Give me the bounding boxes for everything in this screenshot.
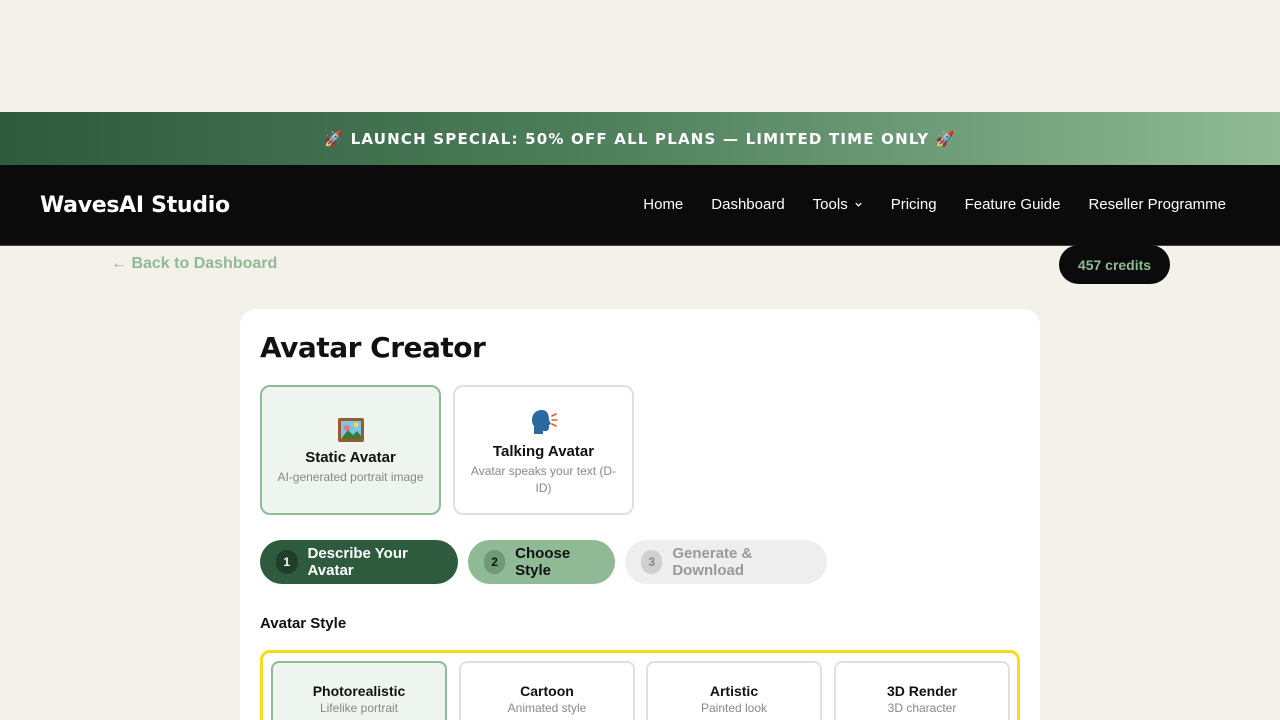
avatar-style-options: Photorealistic Lifelike portrait Cartoon…: [260, 650, 1020, 720]
step-label: Describe Your Avatar: [307, 545, 408, 579]
step-number: 1: [276, 550, 298, 574]
style-option-name: Artistic: [709, 683, 759, 699]
page-title: Avatar Creator: [260, 331, 486, 364]
avatar-creator-card: Avatar Creator Static Avatar AI-generate…: [240, 309, 1040, 720]
step-describe-avatar[interactable]: 1 Describe Your Avatar: [260, 540, 458, 584]
nav-tools-label: Tools: [812, 196, 848, 213]
promo-banner: 🚀 LAUNCH SPECIAL: 50% OFF ALL PLANS — LI…: [0, 112, 1280, 165]
framed-picture-icon: [337, 418, 364, 442]
style-option-desc: 3D character: [887, 701, 957, 715]
chevron-down-icon: [855, 202, 862, 207]
mode-static-desc: AI-generated portrait image: [277, 470, 424, 484]
nav-dashboard[interactable]: Dashboard: [711, 196, 784, 213]
style-option-name: Photorealistic: [312, 683, 406, 699]
avatar-style-heading: Avatar Style: [260, 615, 347, 632]
step-label: Generate & Download: [672, 545, 753, 579]
style-option-name: Cartoon: [520, 683, 574, 699]
nav-reseller-programme[interactable]: Reseller Programme: [1088, 196, 1226, 213]
style-option-cartoon[interactable]: Cartoon Animated style: [459, 661, 635, 720]
nav-tools[interactable]: Tools: [813, 196, 863, 213]
style-option-desc: Lifelike portrait: [319, 701, 399, 715]
speaking-head-icon: [531, 410, 558, 434]
mode-talking-avatar[interactable]: Talking Avatar Avatar speaks your text (…: [453, 385, 634, 515]
step-number: 3: [641, 550, 663, 574]
brand-logo[interactable]: WavesAI Studio: [40, 193, 230, 218]
step-label: Choose Style: [515, 545, 571, 579]
top-navbar: WavesAI Studio Home Dashboard Tools Pric…: [0, 165, 1280, 246]
main-nav: Home Dashboard Tools Pricing Feature Gui…: [643, 196, 1226, 213]
style-option-desc: Animated style: [507, 701, 587, 715]
style-option-artistic[interactable]: Artistic Painted look: [646, 661, 822, 720]
mode-static-avatar[interactable]: Static Avatar AI-generated portrait imag…: [260, 385, 441, 515]
step-choose-style[interactable]: 2 Choose Style: [468, 540, 615, 584]
step-number: 2: [484, 550, 506, 574]
back-to-dashboard-link[interactable]: ← Back to Dashboard: [111, 255, 277, 273]
style-option-name: 3D Render: [886, 683, 958, 699]
mode-talking-desc: Avatar speaks your text (D-ID): [470, 464, 617, 495]
nav-feature-guide[interactable]: Feature Guide: [965, 196, 1061, 213]
style-option-3d-render[interactable]: 3D Render 3D character: [834, 661, 1010, 720]
step-generate-download: 3 Generate & Download: [625, 540, 827, 584]
mode-static-title: Static Avatar: [305, 449, 396, 466]
nav-pricing[interactable]: Pricing: [891, 196, 937, 213]
mode-talking-title: Talking Avatar: [492, 443, 595, 460]
nav-home[interactable]: Home: [643, 196, 683, 213]
style-option-desc: Painted look: [700, 701, 768, 715]
style-option-photorealistic[interactable]: Photorealistic Lifelike portrait: [271, 661, 447, 720]
promo-banner-text: 🚀 LAUNCH SPECIAL: 50% OFF ALL PLANS — LI…: [324, 129, 956, 148]
credits-badge: 457 credits: [1059, 245, 1170, 284]
